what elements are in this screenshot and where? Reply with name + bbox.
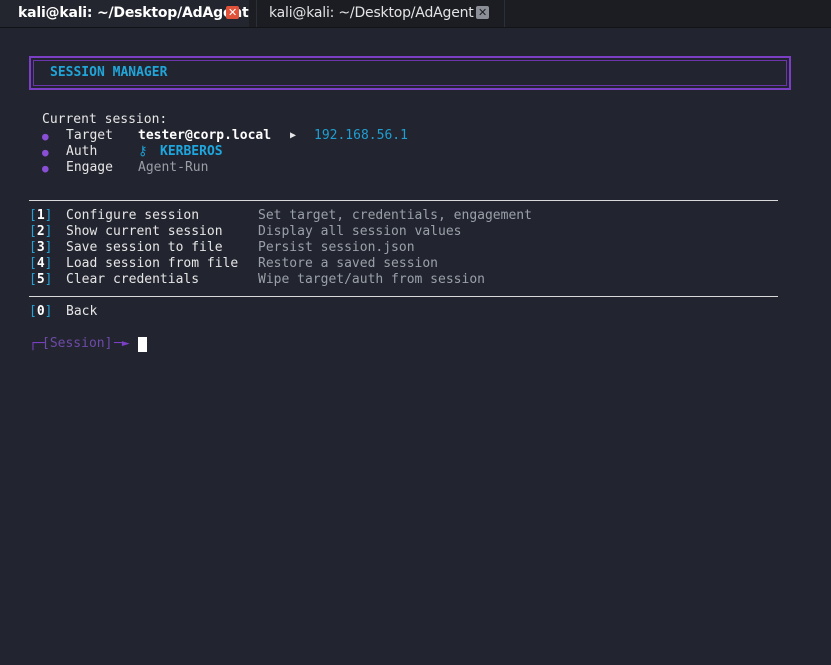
key-icon: ⚷ <box>138 144 148 159</box>
tab-bar: kali@kali: ~/Desktop/AdAgent ✕ kali@kali… <box>0 0 831 28</box>
prompt-arrow-icon: ─► <box>114 336 130 351</box>
target-label: Target <box>66 128 113 143</box>
menu-item-desc: Display all session values <box>258 224 462 239</box>
menu-item-desc: Restore a saved session <box>258 256 439 271</box>
engage-value: Agent-Run <box>138 160 209 175</box>
banner-title: SESSION MANAGER <box>50 65 168 80</box>
tab-label: kali@kali: ~/Desktop/AdAgent <box>18 5 249 21</box>
tab-terminal-1[interactable]: kali@kali: ~/Desktop/AdAgent ✕ <box>0 0 249 27</box>
close-icon[interactable]: ✕ <box>476 6 489 19</box>
menu-item-desc: Wipe target/auth from session <box>258 272 485 287</box>
tab-label: kali@kali: ~/Desktop/AdAgent <box>269 5 474 21</box>
engage-label: Engage <box>66 160 113 175</box>
bullet-icon: ● <box>42 146 49 159</box>
session-manager-banner: SESSION MANAGER <box>29 56 791 90</box>
menu-item-load[interactable]: [4] <box>29 256 52 272</box>
menu-item-back[interactable]: [0] <box>29 304 52 320</box>
tab-terminal-2[interactable]: kali@kali: ~/Desktop/AdAgent ✕ <box>256 0 505 27</box>
menu-item-show[interactable]: [2] <box>29 224 52 240</box>
auth-value: KERBEROS <box>160 144 223 159</box>
menu-item-label[interactable]: Show current session <box>66 224 223 240</box>
auth-label: Auth <box>66 144 98 159</box>
session-heading: Current session: <box>42 112 168 127</box>
menu-item-label[interactable]: Clear credentials <box>66 272 199 288</box>
menu-item-clear[interactable]: [5] <box>29 272 52 288</box>
menu-item-label[interactable]: Load session from file <box>66 256 238 272</box>
terminal-area[interactable]: SESSION MANAGER Current session: ● Targe… <box>0 28 831 665</box>
divider <box>29 296 778 297</box>
bullet-icon: ● <box>42 130 49 143</box>
menu-item-label[interactable]: Configure session <box>66 208 199 224</box>
text-cursor[interactable] <box>138 337 147 352</box>
back-label[interactable]: Back <box>66 304 97 320</box>
close-icon[interactable]: ✕ <box>226 6 239 19</box>
bullet-icon: ● <box>42 162 49 175</box>
menu-item-save[interactable]: [3] <box>29 240 52 256</box>
menu-item-configure[interactable]: [1] <box>29 208 52 224</box>
divider <box>29 200 778 201</box>
prompt-label: [Session] <box>42 336 113 351</box>
menu-item-desc: Set target, credentials, engagement <box>258 208 532 223</box>
arrow-right-icon: ▶ <box>290 130 297 141</box>
menu-item-label[interactable]: Save session to file <box>66 240 223 256</box>
target-ip: 192.168.56.1 <box>314 128 408 143</box>
target-value: tester@corp.local <box>138 128 272 143</box>
menu-item-desc: Persist session.json <box>258 240 415 255</box>
